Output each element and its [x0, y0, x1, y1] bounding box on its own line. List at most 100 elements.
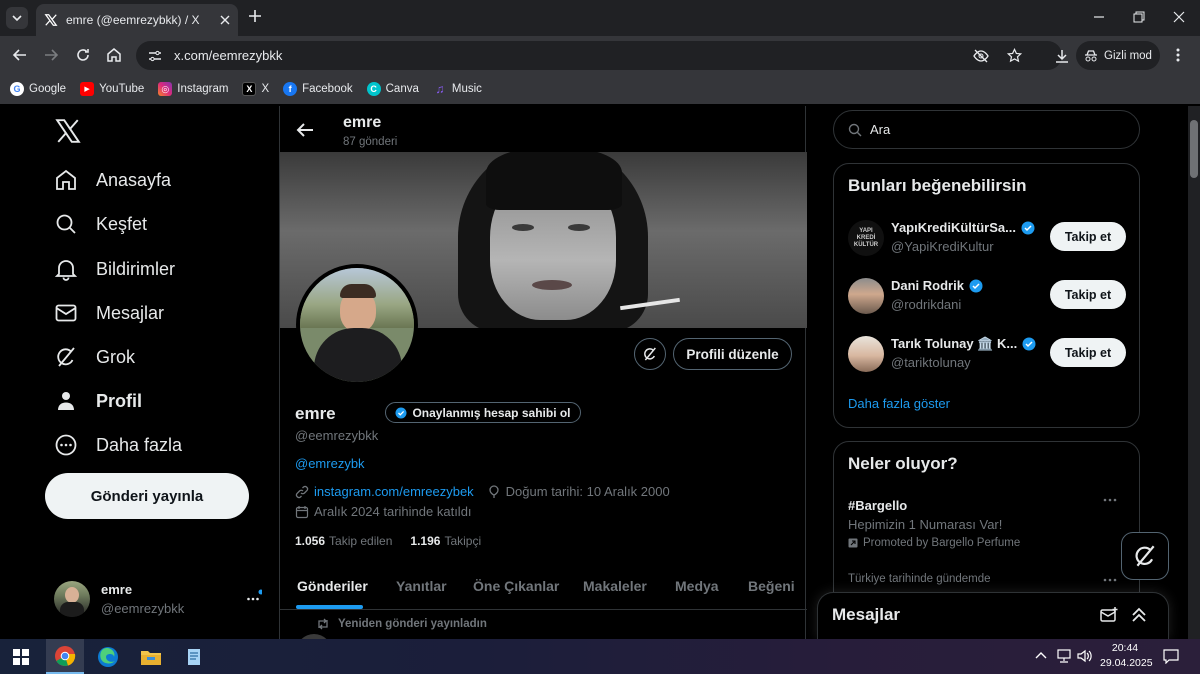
site-settings-icon[interactable]: [148, 49, 162, 63]
bookmark-music[interactable]: ♫ Music: [433, 82, 482, 96]
follow-button[interactable]: Takip et: [1050, 280, 1126, 309]
trend-more-button[interactable]: [1102, 496, 1118, 504]
profile-handle: @eemrezybkk: [295, 428, 379, 443]
expand-drawer-button[interactable]: [1131, 607, 1147, 623]
restore-icon: [1133, 11, 1145, 23]
download-icon[interactable]: [1054, 48, 1070, 64]
profile-meta-row: instagram.com/emreezybek Doğum tarihi: 1…: [295, 484, 670, 499]
suggestion-name: YapıKrediKültürSa...: [891, 220, 1016, 235]
network-icon-button[interactable]: [1056, 649, 1072, 663]
post-count: 87 gönderi: [343, 136, 398, 148]
address-bar[interactable]: x.com/eemrezybkk: [136, 41, 1068, 70]
taskbar-chrome[interactable]: [46, 639, 84, 674]
bookmark-canva[interactable]: C Canva: [366, 82, 419, 96]
tab-title: emre (@eemrezybkk) / X: [66, 13, 200, 27]
messages-drawer[interactable]: Mesajlar: [817, 592, 1169, 639]
bookmark-youtube[interactable]: ▶ YouTube: [80, 82, 144, 96]
sidebar-item-label: Mesajlar: [96, 302, 165, 323]
suggestion-name: Dani Rodrik: [891, 278, 964, 293]
tab-likes[interactable]: Beğeni: [748, 578, 795, 594]
notification-center-button[interactable]: [1163, 648, 1179, 664]
taskbar-clock[interactable]: 20:44 29.04.2025: [1100, 641, 1153, 671]
volume-icon-button[interactable]: [1077, 649, 1093, 663]
trend-text: Hepimizin 1 Numarası Var!: [848, 517, 1003, 532]
close-tab-icon[interactable]: [220, 15, 230, 25]
browser-menu-button[interactable]: [1175, 47, 1181, 63]
follow-button[interactable]: Takip et: [1050, 338, 1126, 367]
home-button[interactable]: [106, 47, 122, 63]
bio-mention-link[interactable]: @emrezybk: [295, 456, 365, 471]
bookmark-instagram[interactable]: ◎ Instagram: [158, 82, 228, 96]
x-logo-button[interactable]: [55, 118, 81, 144]
restore-button[interactable]: [1133, 11, 1145, 23]
avatar: [848, 336, 884, 372]
star-icon[interactable]: [1007, 48, 1022, 63]
notification-icon: [1163, 649, 1179, 664]
suggestion-item[interactable]: Dani Rodrik @rodrikdani Takip et: [834, 272, 1139, 320]
new-message-button[interactable]: [1100, 607, 1118, 625]
taskbar-edge[interactable]: [89, 639, 127, 674]
tab-replies[interactable]: Yanıtlar: [396, 578, 447, 594]
minimize-button[interactable]: [1093, 11, 1105, 23]
sidebar-item-grok[interactable]: Grok: [54, 345, 135, 369]
incognito-badge[interactable]: Gizli mod: [1076, 41, 1160, 70]
bookmark-x[interactable]: XX: [242, 82, 269, 96]
verified-badge-icon: [395, 407, 407, 418]
grok-profile-button[interactable]: [634, 338, 666, 370]
sidebar-item-profile[interactable]: Profil: [54, 389, 142, 413]
home-icon: [56, 169, 76, 190]
show-more-link[interactable]: Daha fazla göster: [848, 396, 950, 411]
back-button[interactable]: [12, 47, 28, 63]
sidebar-item-label: Keşfet: [96, 213, 148, 234]
followers-label[interactable]: Takipçi: [444, 534, 481, 548]
tab-search-button[interactable]: [6, 7, 28, 29]
following-count[interactable]: 1.056: [295, 534, 325, 548]
eye-off-icon[interactable]: [973, 48, 989, 64]
close-icon: [1173, 11, 1185, 23]
bookmark-facebook[interactable]: f Facebook: [283, 82, 353, 96]
reload-button[interactable]: [75, 47, 91, 63]
suggestion-item[interactable]: YAPI KREDİ KÜLTÜR YapıKrediKültürSa... @Ya…: [834, 214, 1139, 262]
sidebar-item-messages[interactable]: Mesajlar: [54, 301, 164, 325]
tab-media[interactable]: Medya: [675, 578, 719, 594]
suggestions-card: Bunları beğenebilirsin YAPI KREDİ KÜLTÜR Y…: [833, 163, 1140, 428]
account-more-icon[interactable]: [246, 589, 262, 605]
arrow-right-icon: [45, 49, 59, 61]
website-link[interactable]: instagram.com/emreezybek: [314, 484, 474, 499]
sidebar-item-home[interactable]: Anasayfa: [54, 168, 171, 192]
sidebar-item-more[interactable]: Daha fazla: [54, 433, 182, 457]
browser-tab[interactable]: emre (@eemrezybkk) / X: [36, 4, 238, 36]
post-button[interactable]: Gönderi yayınla: [45, 473, 249, 519]
sidebar-item-explore[interactable]: Keşfet: [54, 212, 147, 236]
forward-button[interactable]: [43, 47, 59, 63]
new-tab-button[interactable]: [248, 9, 262, 23]
trend-item[interactable]: #Bargello Hepimizin 1 Numarası Var! Prom…: [834, 494, 1139, 554]
suggestion-item[interactable]: Tarık Tolunay 🏛️ K... @tariktolunay Taki…: [834, 330, 1139, 378]
profile-avatar[interactable]: [296, 264, 418, 386]
close-window-button[interactable]: [1173, 11, 1185, 23]
taskbar-file-explorer[interactable]: [132, 639, 170, 674]
sidebar-item-notifications[interactable]: Bildirimler: [54, 257, 175, 281]
following-label[interactable]: Takip edilen: [329, 534, 392, 548]
page-scrollbar[interactable]: [1188, 106, 1200, 639]
calendar-icon: [295, 505, 309, 518]
tab-highlights[interactable]: Öne Çıkanlar: [473, 578, 559, 594]
bookmark-google[interactable]: G Google: [10, 82, 66, 96]
link-icon: [295, 485, 309, 498]
grok-floating-button[interactable]: [1121, 532, 1169, 580]
followers-count[interactable]: 1.196: [410, 534, 440, 548]
account-switcher[interactable]: emre @eemrezybkk: [54, 581, 266, 619]
tab-articles[interactable]: Makaleler: [583, 578, 647, 594]
tray-overflow-button[interactable]: [1035, 650, 1047, 662]
tab-posts[interactable]: Gönderiler: [297, 578, 368, 594]
search-input[interactable]: Ara: [833, 110, 1140, 149]
get-verified-button[interactable]: Onaylanmış hesap sahibi ol: [385, 402, 581, 423]
start-button[interactable]: [2, 639, 40, 674]
edit-profile-button[interactable]: Profili düzenle: [673, 338, 792, 370]
trend-more-button[interactable]: [1102, 576, 1118, 584]
verified-badge-icon: [1022, 337, 1036, 351]
back-arrow-button[interactable]: [296, 122, 314, 138]
follow-button[interactable]: Takip et: [1050, 222, 1126, 251]
taskbar-notepad[interactable]: [175, 639, 213, 674]
scrollbar-thumb[interactable]: [1190, 120, 1198, 178]
